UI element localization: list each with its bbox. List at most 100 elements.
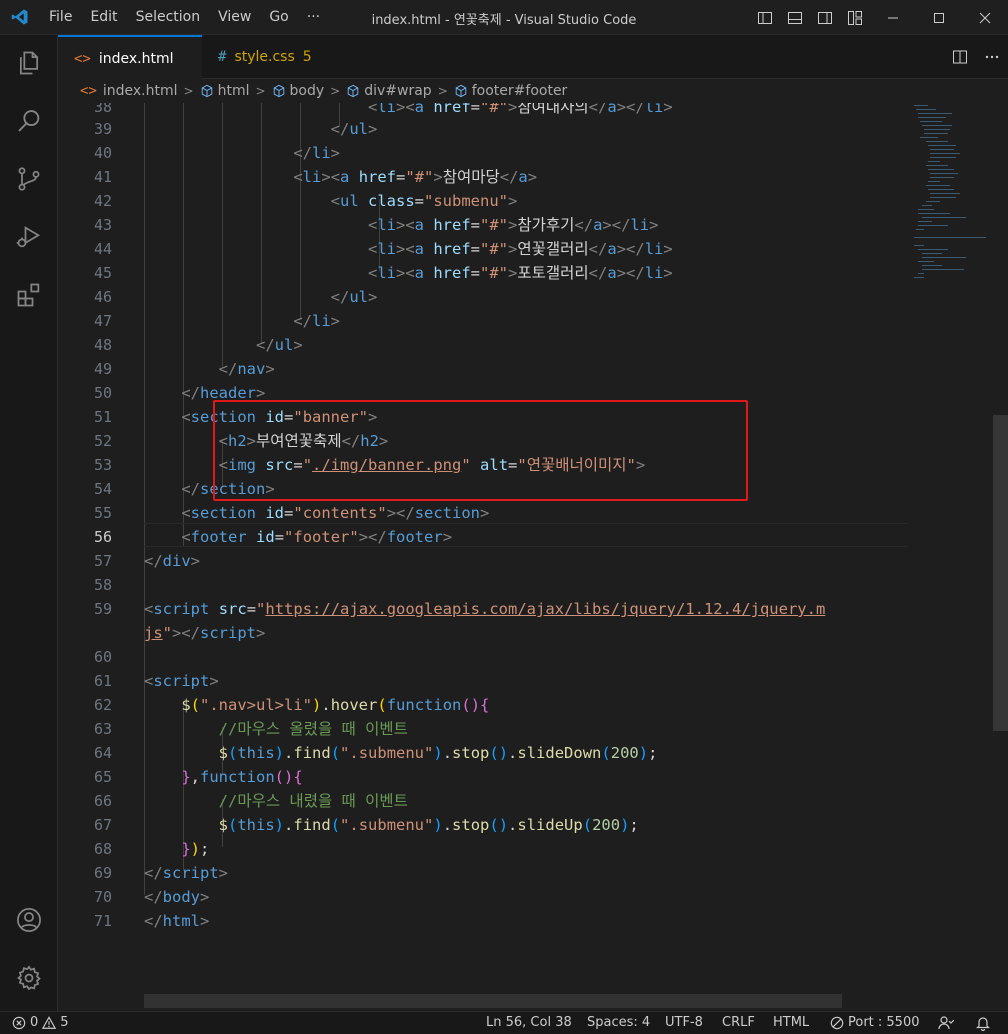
- line-number: 69: [93, 864, 112, 882]
- warning-count: 5: [60, 1015, 69, 1030]
- minimize-icon[interactable]: [870, 0, 916, 35]
- close-icon[interactable]: [962, 0, 1008, 35]
- settings-gear-icon[interactable]: [0, 954, 58, 1002]
- code-line: <section id="contents"></section>: [181, 504, 490, 522]
- live-server-port[interactable]: Port : 5500: [830, 1012, 920, 1034]
- breadcrumb-body[interactable]: body: [272, 83, 324, 99]
- menu-more[interactable]: ···: [298, 0, 329, 35]
- menu-edit[interactable]: Edit: [81, 0, 126, 35]
- code-line: </li>: [293, 144, 340, 162]
- menu-view[interactable]: View: [209, 0, 260, 35]
- line-number: 58: [93, 576, 112, 594]
- horizontal-scrollbar[interactable]: [144, 994, 842, 1008]
- indentation[interactable]: Spaces: 4: [587, 1012, 650, 1034]
- end-of-line[interactable]: CRLF: [722, 1012, 755, 1034]
- activity-bar: [0, 35, 58, 1011]
- code-line: </ul>: [255, 336, 303, 354]
- line-number: 41: [93, 168, 112, 186]
- line-number: 40: [93, 144, 112, 162]
- code-line: </ul>: [330, 288, 378, 306]
- line-number: 68: [93, 840, 112, 858]
- tab-index-html[interactable]: <> index.html: [58, 35, 202, 80]
- line-number: 67: [93, 816, 112, 834]
- line-number: 65: [93, 768, 112, 786]
- scrollbar-thumb[interactable]: [993, 415, 1008, 731]
- line-number: 64: [93, 744, 112, 762]
- line-number: 48: [93, 336, 112, 354]
- search-icon[interactable]: [0, 97, 58, 145]
- vertical-scrollbar[interactable]: [993, 103, 1008, 1011]
- cursor-position[interactable]: Ln 56, Col 38: [486, 1012, 572, 1034]
- tab-label: index.html: [98, 50, 174, 67]
- breadcrumb-div-wrap[interactable]: div#wrap: [346, 83, 432, 99]
- code-line: <script src="https://ajax.googleapis.com…: [144, 600, 826, 618]
- error-icon: [12, 1016, 26, 1030]
- breadcrumb-html[interactable]: html: [200, 83, 249, 99]
- block-icon: [830, 1016, 844, 1030]
- accounts-status-icon[interactable]: [938, 1012, 954, 1034]
- element-cube-icon: [455, 84, 466, 98]
- code-line: //마우스 올렸을 때 이벤트: [218, 720, 408, 738]
- code-line: $(this).find(".submenu").stop().slideUp(…: [218, 816, 639, 834]
- css-file-icon: #: [218, 49, 227, 65]
- code-line: </body>: [144, 888, 210, 906]
- menu-file[interactable]: File: [40, 0, 81, 35]
- line-number: 71: [93, 912, 112, 930]
- problems-indicator[interactable]: 0 5: [12, 1012, 69, 1034]
- source-control-icon[interactable]: [0, 155, 58, 203]
- encoding[interactable]: UTF-8: [665, 1012, 703, 1034]
- explorer-icon[interactable]: [0, 39, 58, 87]
- code-line: </nav>: [218, 360, 275, 378]
- toggle-panel-icon[interactable]: [780, 0, 810, 35]
- line-number: 45: [93, 264, 112, 282]
- toggle-primary-sidebar-icon[interactable]: [750, 0, 780, 35]
- line-number: 51: [93, 408, 112, 426]
- more-actions-icon[interactable]: [976, 35, 1008, 79]
- code-line: </div>: [144, 552, 201, 570]
- problems-badge: 5: [302, 49, 312, 65]
- line-number: 70: [93, 888, 112, 906]
- line-number: 61: [93, 672, 112, 690]
- code-line: </ul>: [330, 120, 378, 138]
- line-number: 59: [93, 600, 112, 618]
- code-editor[interactable]: 38 39 40 41 42 43 44 45 46 47 48 49 50 5…: [58, 103, 908, 1011]
- accounts-icon[interactable]: [0, 896, 58, 944]
- menu-go[interactable]: Go: [260, 0, 297, 35]
- chevron-right-icon: >: [437, 84, 448, 98]
- element-cube-icon: [201, 84, 212, 98]
- code-line: });: [181, 840, 210, 858]
- line-number: 42: [93, 192, 112, 210]
- extensions-icon[interactable]: [0, 271, 58, 319]
- notifications-bell-icon[interactable]: [975, 1012, 991, 1034]
- code-line: <footer id="footer"></footer>: [181, 528, 453, 546]
- tab-label: style.css: [234, 49, 295, 65]
- tab-style-css[interactable]: # style.css 5: [202, 35, 342, 79]
- code-line: <li><a href="#">참가후기</a></li>: [367, 216, 659, 234]
- toggle-secondary-sidebar-icon[interactable]: [810, 0, 840, 35]
- minimap[interactable]: [908, 103, 993, 1011]
- status-bar: 0 5 Ln 56, Col 38 Spaces: 4 UTF-8 CRLF H…: [0, 1011, 1008, 1034]
- line-number: 63: [93, 720, 112, 738]
- line-number: 50: [93, 384, 112, 402]
- run-debug-icon[interactable]: [0, 213, 58, 261]
- code-line: <script>: [144, 672, 219, 690]
- breadcrumb-footer[interactable]: footer#footer: [454, 83, 567, 99]
- title-bar: File Edit Selection View Go ··· index.ht…: [0, 0, 1008, 35]
- line-number: 39: [93, 120, 112, 138]
- maximize-icon[interactable]: [916, 0, 962, 35]
- line-number: 44: [93, 240, 112, 258]
- breadcrumb: <> index.html > html > body > div#wrap >…: [58, 79, 1008, 103]
- menu-bar: File Edit Selection View Go ···: [40, 0, 329, 35]
- editor-tabs: <> index.html # style.css 5: [58, 35, 1008, 80]
- split-editor-icon[interactable]: [944, 35, 976, 79]
- line-number: 60: [93, 648, 112, 666]
- menu-selection[interactable]: Selection: [127, 0, 210, 35]
- breadcrumb-file[interactable]: <> index.html: [80, 83, 178, 99]
- line-number: 55: [93, 504, 112, 522]
- code-line: <li><a href="#">연꽃갤러리</a></li>: [367, 240, 673, 258]
- language-mode[interactable]: HTML: [773, 1012, 809, 1034]
- code-line: </li>: [293, 312, 340, 330]
- code-line: <ul class="submenu">: [330, 192, 518, 210]
- html-file-icon: <>: [80, 83, 97, 99]
- customize-layout-icon[interactable]: [840, 0, 870, 35]
